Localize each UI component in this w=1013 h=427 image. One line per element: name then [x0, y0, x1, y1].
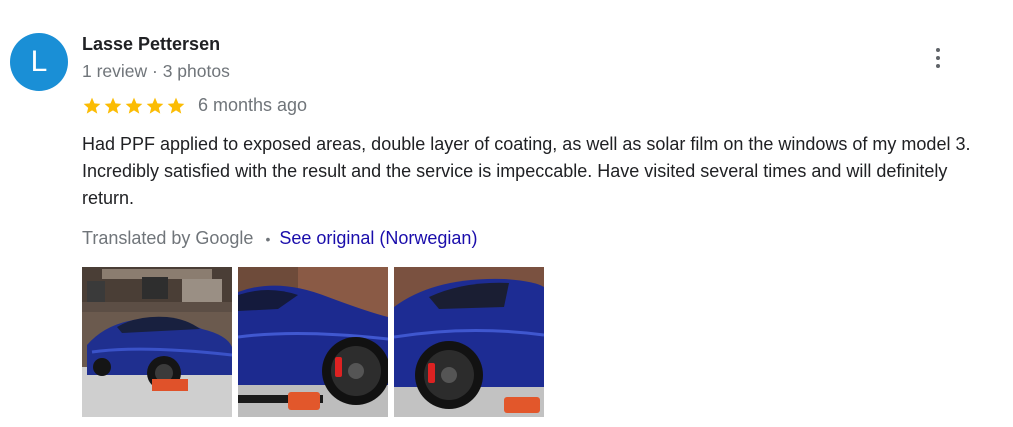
star-icon [125, 97, 143, 114]
star-rating [82, 96, 186, 116]
car-photo-front[interactable] [82, 267, 232, 417]
avatar-initial: L [30, 45, 48, 78]
star-icon [104, 97, 122, 114]
car-photo-wheel-rear[interactable] [394, 267, 544, 417]
avatar[interactable]: L [10, 33, 68, 91]
star-icon [167, 97, 185, 114]
star-icon [83, 97, 101, 114]
star-icon [146, 97, 164, 114]
rating-row: 6 months ago [82, 95, 307, 116]
more-vert-icon[interactable] [924, 44, 952, 72]
reviewer-meta: 1 review · 3 photos [82, 61, 230, 81]
car-photo-wheel-front[interactable] [238, 267, 388, 417]
translation-row: Translated by Google • See original (Nor… [82, 228, 477, 249]
reviewer-name[interactable]: Lasse Pettersen [82, 34, 220, 55]
photo-strip [82, 267, 544, 417]
review-time: 6 months ago [198, 95, 308, 115]
separator-dot: • [265, 230, 271, 247]
see-original-link[interactable]: See original (Norwegian) [279, 228, 477, 249]
review-text: Had PPF applied to exposed areas, double… [82, 134, 971, 208]
translated-by-label: Translated by Google [82, 228, 254, 248]
